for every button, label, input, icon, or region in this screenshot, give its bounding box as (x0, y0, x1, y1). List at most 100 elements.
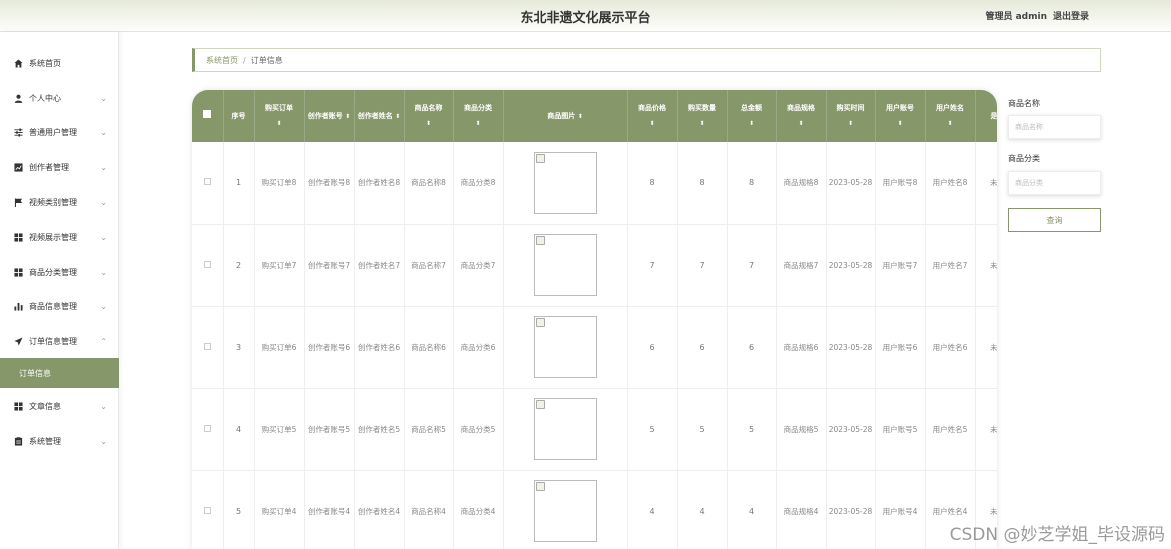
column-header[interactable]: 商品名称 ⬍ (404, 90, 454, 142)
row-select-cell[interactable] (192, 306, 224, 389)
row-checkbox[interactable] (203, 342, 211, 350)
product-name-input[interactable]: 商品名称 (1008, 115, 1101, 139)
product-image[interactable] (533, 234, 597, 296)
sidebar-item-personal[interactable]: 个人中心 ⌄ (0, 86, 119, 110)
clipboard-icon (13, 436, 23, 446)
column-header[interactable]: 用户姓名 ⬍ (925, 90, 976, 142)
sidebar-item-system[interactable]: 系统管理 ⌄ (0, 429, 119, 453)
product-category-input[interactable]: 商品分类 (1008, 171, 1101, 195)
product-category-cell: 商品分类7 (453, 224, 504, 307)
purchase-time-cell: 2023-05-28 (826, 142, 876, 225)
column-header[interactable]: 商品价格 ⬍ (627, 90, 678, 142)
product-image[interactable] (533, 151, 597, 214)
column-header-label: 创作者姓名 (357, 111, 393, 120)
product-category-cell: 商品分类5 (453, 388, 504, 471)
sidebar-item-creators[interactable]: 创作者管理 ⌄ (0, 155, 119, 179)
user-name-cell: 用户姓名7 (925, 224, 976, 307)
table-row: 2 购买订单7 创作者账号7 创作者姓名7 商品名称7 商品分类7 7 7 7 … (192, 224, 997, 307)
broken-image-icon (535, 482, 545, 491)
row-select-cell[interactable] (192, 142, 224, 225)
row-checkbox[interactable] (203, 178, 211, 186)
column-header[interactable]: 创作者姓名 ⬍ (354, 90, 405, 142)
sidebar-item-label: 订单信息管理 (29, 336, 77, 346)
column-header-label: 商品价格 (638, 104, 666, 112)
creator-name-cell: 创作者姓名4 (354, 470, 405, 549)
total-cell: 6 (727, 306, 777, 389)
product-category-cell: 商品分类4 (453, 470, 504, 549)
sort-icon[interactable]: ⬍ (827, 116, 875, 131)
sort-icon[interactable]: ⬍ (454, 116, 503, 131)
total-cell: 7 (727, 224, 777, 307)
column-header-label: 创作者账号 (307, 111, 343, 120)
row-select-cell[interactable] (192, 470, 224, 549)
sidebar-item-users[interactable]: 普通用户管理 ⌄ (0, 120, 119, 144)
sort-icon[interactable]: ⬍ (405, 116, 453, 131)
quantity-cell: 7 (677, 224, 728, 307)
select-all-header[interactable] (192, 90, 224, 142)
product-image[interactable] (533, 398, 597, 460)
sort-icon[interactable]: ⬍ (345, 113, 350, 120)
price-cell: 6 (627, 306, 678, 389)
product-category-label: 商品分类 (1008, 154, 1040, 163)
breadcrumb-home-link[interactable]: 系统首页 (206, 55, 238, 66)
sort-icon[interactable]: ⬍ (926, 116, 975, 131)
creator-name-cell: 创作者姓名8 (354, 142, 405, 225)
sidebar-item-order-info[interactable]: 订单信息管理 ⌃ (0, 329, 119, 353)
purchase-time-cell: 2023-05-28 (826, 224, 876, 307)
column-header[interactable]: 用户账号 ⬍ (875, 90, 926, 142)
row-checkbox[interactable] (203, 424, 211, 432)
column-header[interactable]: 购买时间 ⬍ (826, 90, 876, 142)
column-header[interactable]: 购买订单 ⬍ (254, 90, 305, 142)
sidebar-item-home[interactable]: 系统首页 (0, 51, 119, 75)
breadcrumb: 系统首页 / 订单信息 (192, 48, 1101, 72)
sidebar-subitem-label: 订单信息 (19, 368, 51, 378)
sidebar-item-video-display[interactable]: 视频展示管理 ⌄ (0, 225, 119, 249)
sidebar-item-articles[interactable]: 文章信息 ⌄ (0, 394, 119, 418)
row-select-cell[interactable] (192, 388, 224, 471)
breadcrumb-current: 订单信息 (250, 55, 283, 65)
sort-icon[interactable]: ⬍ (628, 116, 677, 131)
spec-cell: 商品规格8 (776, 142, 827, 225)
status-cell: 未支 (975, 224, 997, 307)
sidebar-subitem-order-info[interactable]: 订单信息 (0, 358, 119, 388)
product-image-cell (503, 142, 628, 225)
sidebar-item-video-category[interactable]: 视频类别管理 ⌄ (0, 190, 119, 214)
user-name-cell: 用户姓名8 (925, 142, 976, 225)
sort-icon[interactable]: ⬍ (777, 116, 826, 131)
row-select-cell[interactable] (192, 224, 224, 307)
select-all-checkbox[interactable] (203, 109, 212, 118)
product-image[interactable] (533, 480, 597, 542)
column-header[interactable]: 商品规格 ⬍ (776, 90, 827, 142)
row-checkbox[interactable] (203, 260, 211, 268)
product-name-cell: 商品名称4 (404, 470, 454, 549)
sidebar-item-product-info[interactable]: 商品信息管理 ⌄ (0, 294, 119, 318)
sidebar: 系统首页 个人中心 ⌄ 普通用户管理 ⌄ 创作者管理 ⌄ 视频类别管理 ⌄ 视频… (0, 32, 119, 549)
sort-icon[interactable]: ⬍ (255, 116, 304, 131)
column-header-label: 序号 (231, 111, 246, 120)
sort-icon[interactable]: ⬍ (728, 116, 776, 131)
price-cell: 4 (627, 470, 678, 549)
row-checkbox[interactable] (203, 506, 211, 514)
column-header[interactable]: 创作者账号 ⬍ (304, 90, 355, 142)
order-cell: 购买订单7 (254, 224, 305, 307)
quantity-cell: 5 (677, 388, 728, 471)
sort-icon[interactable]: ⬍ (876, 116, 925, 131)
sort-icon[interactable]: ⬍ (395, 113, 400, 120)
search-button[interactable]: 查询 (1008, 208, 1101, 232)
logout-link[interactable]: 退出登录 (1053, 12, 1089, 22)
sidebar-item-label: 视频展示管理 (29, 232, 77, 242)
sort-icon[interactable]: ⬍ (578, 113, 583, 120)
column-header[interactable]: 商品分类 ⬍ (453, 90, 504, 142)
column-header[interactable]: 总金额 ⬍ (727, 90, 777, 142)
column-header-label: 购买时间 (836, 104, 865, 112)
order-cell: 购买订单8 (254, 142, 305, 225)
sort-icon[interactable]: ⬍ (678, 116, 727, 131)
creator-name-cell: 创作者姓名7 (354, 224, 405, 307)
watermark: CSDN @妙芝学姐_毕设源码 (949, 525, 1165, 545)
column-header[interactable]: 购买数量 ⬍ (677, 90, 728, 142)
product-image[interactable] (533, 316, 597, 378)
table-row: 5 购买订单4 创作者账号4 创作者姓名4 商品名称4 商品分类4 4 4 4 … (192, 470, 997, 549)
column-header[interactable]: 商品图片 ⬍ (503, 90, 628, 142)
sidebar-item-product-category[interactable]: 商品分类管理 ⌄ (0, 260, 119, 284)
product-name-cell: 商品名称5 (404, 388, 454, 471)
